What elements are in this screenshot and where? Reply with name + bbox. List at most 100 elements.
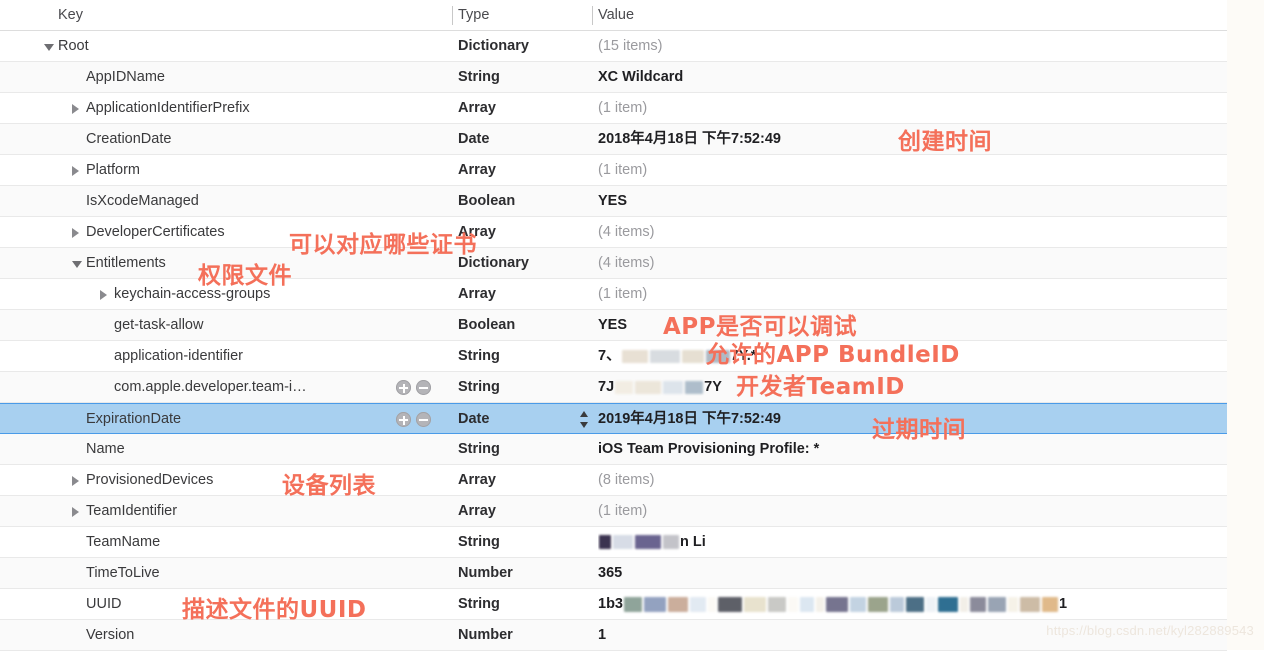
table-row[interactable]: DeveloperCertificates Array (4 items) [0,217,1227,248]
remove-row-button[interactable] [416,412,431,427]
row-type-cell[interactable]: Array [458,279,594,310]
disclosure-triangle-open-icon[interactable] [44,44,54,51]
disclosure-triangle-closed-icon[interactable] [100,290,107,300]
row-type-cell[interactable]: Array [458,496,594,527]
row-type-cell[interactable]: Array [458,217,594,248]
row-value-cell[interactable]: (4 items) [598,217,1227,248]
watermark: https://blog.csdn.net/kyl282889543 [1046,623,1254,638]
table-row[interactable]: com.apple.developer.team-i… String 7J 7Y [0,372,1227,403]
row-type-cell[interactable]: Dictionary [458,31,594,62]
redacted-block [718,596,742,612]
row-type-cell[interactable]: Boolean [458,310,594,341]
row-value-cell[interactable]: YES [598,186,1227,217]
redacted-block [938,596,958,612]
table-row[interactable]: ProvisionedDevices Array (8 items) [0,465,1227,496]
table-row[interactable]: TimeToLive Number 365 [0,558,1227,589]
row-value-cell[interactable]: 2019年4月18日 下午7:52:49 [598,404,1227,435]
redacted-block [690,596,706,612]
redacted-block [1042,596,1058,612]
add-row-button[interactable] [396,412,411,427]
row-type-cell[interactable]: Boolean [458,186,594,217]
row-type-cell[interactable]: String [458,589,594,620]
row-type-cell[interactable]: Date [458,124,594,155]
row-key-label: get-task-allow [114,317,204,333]
row-type-cell[interactable]: Number [458,558,594,589]
table-row[interactable]: Root Dictionary (15 items) [0,31,1227,62]
table-row[interactable]: TeamName String n Li [0,527,1227,558]
redacted-block [613,535,633,550]
row-type-cell[interactable]: Number [458,620,594,651]
row-value-cell[interactable]: (1 item) [598,279,1227,310]
redacted-block [663,535,679,550]
table-row[interactable]: application-identifier String 7、 7Y.* [0,341,1227,372]
row-type-cell[interactable]: String [458,434,594,465]
table-row[interactable]: AppIDName String XC Wildcard [0,62,1227,93]
row-value-cell[interactable]: (15 items) [598,31,1227,62]
row-type-cell[interactable]: Date [458,404,594,435]
row-value-suffix: 7Y [704,379,722,395]
row-key-cell: application-identifier [0,341,452,372]
redacted-block [826,596,848,612]
remove-row-button[interactable] [416,380,431,395]
row-value-cell[interactable]: 365 [598,558,1227,589]
row-value-cell[interactable]: (1 item) [598,93,1227,124]
table-row[interactable]: TeamIdentifier Array (1 item) [0,496,1227,527]
table-row[interactable]: UUID String 1b3 1 [0,589,1227,620]
table-row[interactable]: ExpirationDate Date 2019年4月18日 下午7:52:49 [0,403,1227,434]
table-row[interactable]: Name String iOS Team Provisioning Profile:… [0,434,1227,465]
column-header-type[interactable]: Type [458,0,594,31]
row-type-cell[interactable]: Array [458,465,594,496]
row-key-cell: ApplicationIdentifierPrefix [0,93,452,124]
row-key-label: com.apple.developer.team-i… [114,379,307,395]
redacted-block [599,535,611,550]
disclosure-triangle-closed-icon[interactable] [72,104,79,114]
redacted-block [890,596,904,612]
plist-table[interactable]: Key Type Value Root Dictionary (15 items) A… [0,0,1227,651]
row-type-cell[interactable]: String [458,62,594,93]
table-row[interactable]: Platform Array (1 item) [0,155,1227,186]
disclosure-triangle-closed-icon[interactable] [72,166,79,176]
redacted-block [621,349,648,363]
row-key-cell: AppIDName [0,62,452,93]
row-value-cell[interactable]: iOS Team Provisioning Profile: * [598,434,1227,465]
table-row[interactable]: keychain-access-groups Array (1 item) [0,279,1227,310]
row-type-cell[interactable]: String [458,527,594,558]
row-value-cell[interactable]: 2018年4月18日 下午7:52:49 [598,124,1227,155]
redacted-block [926,596,936,612]
row-type-cell[interactable]: Array [458,93,594,124]
row-type-cell[interactable]: String [458,341,594,372]
disclosure-triangle-open-icon[interactable] [72,261,82,268]
row-value-cell[interactable]: (1 item) [598,496,1227,527]
row-value-cell[interactable]: YES [598,310,1227,341]
row-key-label: IsXcodeManaged [86,193,199,209]
row-value-cell[interactable]: (8 items) [598,465,1227,496]
table-row[interactable]: Entitlements Dictionary (4 items) [0,248,1227,279]
table-row[interactable]: get-task-allow Boolean YES [0,310,1227,341]
row-key-cell: TeamIdentifier [0,496,452,527]
table-row[interactable]: IsXcodeManaged Boolean YES [0,186,1227,217]
row-type-cell[interactable]: Array [458,155,594,186]
row-type-cell[interactable]: Dictionary [458,248,594,279]
row-value-cell[interactable]: n Li [598,527,1227,558]
row-value-cell[interactable]: (4 items) [598,248,1227,279]
column-header-value[interactable]: Value [598,0,1227,31]
row-value-cell[interactable]: 1b3 1 [598,589,1227,620]
row-key-cell: com.apple.developer.team-i… [0,372,452,403]
table-row[interactable]: ApplicationIdentifierPrefix Array (1 item) [0,93,1227,124]
column-header-key[interactable]: Key [0,0,510,31]
row-value-cell[interactable]: XC Wildcard [598,62,1227,93]
row-value-cell[interactable]: 7、 7Y.* [598,341,1227,372]
date-stepper-icon[interactable] [578,411,590,429]
row-value-cell[interactable]: (1 item) [598,155,1227,186]
row-type-cell[interactable]: String [458,372,594,403]
row-key-label: UUID [86,596,122,612]
table-row[interactable]: Version Number 1 [0,620,1227,651]
redacted-block [744,596,766,612]
disclosure-triangle-closed-icon[interactable] [72,228,79,238]
table-row[interactable]: CreationDate Date 2018年4月18日 下午7:52:49 [0,124,1227,155]
add-row-button[interactable] [396,380,411,395]
row-key-label: CreationDate [86,131,172,147]
disclosure-triangle-closed-icon[interactable] [72,476,79,486]
disclosure-triangle-closed-icon[interactable] [72,507,79,517]
row-value-cell[interactable]: 7J 7Y [598,372,1227,403]
